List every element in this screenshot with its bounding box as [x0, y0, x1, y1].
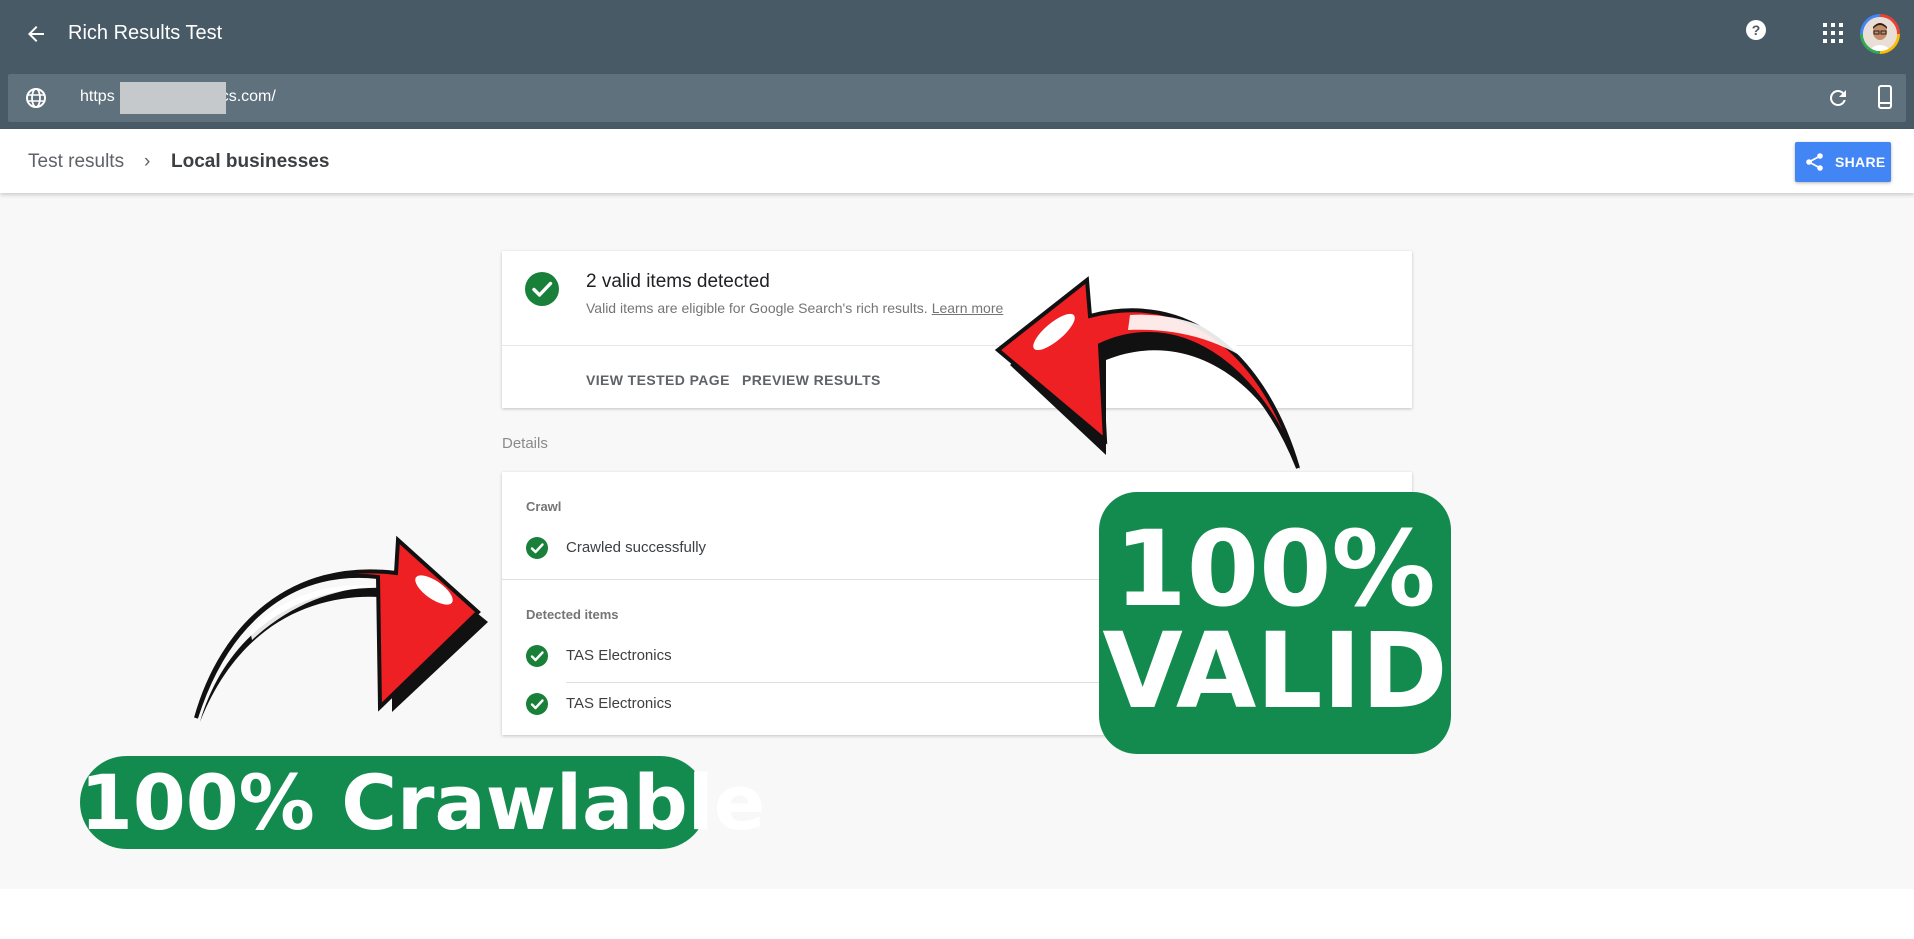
avatar[interactable] [1860, 14, 1900, 54]
list-item[interactable]: TAS Electronics [566, 647, 672, 664]
breadcrumb: Test results › Local businesses SHARE [0, 129, 1914, 193]
description-text: Valid items are eligible for Google Sear… [586, 300, 928, 316]
preview-results-button[interactable]: PREVIEW RESULTS [742, 372, 881, 388]
globe-icon [26, 88, 46, 108]
url-end: cs.com/ [220, 88, 276, 105]
check-circle-icon [526, 537, 548, 559]
share-icon [1806, 153, 1823, 171]
view-tested-page-button[interactable]: VIEW TESTED PAGE [586, 372, 730, 388]
check-circle-icon [526, 693, 548, 715]
valid-badge-percent: 100% [1114, 508, 1436, 630]
url-bar[interactable]: https cs.com/ [8, 74, 1906, 122]
help-icon[interactable]: ? [1744, 18, 1768, 42]
breadcrumb-current-page: Local businesses [171, 151, 330, 172]
crawlable-badge: 100% Crawlable [80, 756, 766, 849]
valid-badge-label: VALID [1102, 610, 1448, 732]
list-item[interactable]: TAS Electronics [566, 695, 672, 712]
svg-text:?: ? [1752, 22, 1761, 38]
crawl-section-label: Crawl [526, 499, 562, 514]
back-arrow-icon[interactable] [22, 22, 50, 46]
valid-badge: 100% VALID [1099, 492, 1451, 754]
avatar-photo [1863, 17, 1897, 51]
share-label: SHARE [1835, 154, 1886, 170]
top-app-bar: Rich Results Test ? https cs.com/ [0, 0, 1914, 129]
learn-more-link[interactable]: Learn more [932, 300, 1004, 316]
check-circle-icon [525, 272, 559, 306]
check-circle-icon [526, 645, 548, 667]
url-start: https [80, 88, 115, 105]
valid-items-description: Valid items are eligible for Google Sear… [586, 300, 1003, 316]
app-title: Rich Results Test [68, 22, 223, 44]
breadcrumb-test-results[interactable]: Test results [28, 151, 124, 173]
apps-grid-icon[interactable] [1822, 22, 1844, 44]
detected-items-label: Detected items [526, 607, 619, 622]
reload-icon[interactable] [1826, 86, 1850, 110]
valid-items-title: 2 valid items detected [586, 271, 770, 292]
divider [502, 345, 1412, 346]
title-row: Rich Results Test ? [0, 0, 1914, 70]
share-button[interactable]: SHARE [1795, 142, 1891, 182]
url-redaction [120, 82, 226, 114]
mobile-device-icon[interactable] [1874, 84, 1896, 110]
breadcrumb-chevron-icon: › [144, 151, 151, 172]
summary-card: 2 valid items detected Valid items are e… [502, 251, 1412, 408]
details-heading: Details [502, 435, 548, 452]
crawl-status[interactable]: Crawled successfully [566, 539, 706, 556]
